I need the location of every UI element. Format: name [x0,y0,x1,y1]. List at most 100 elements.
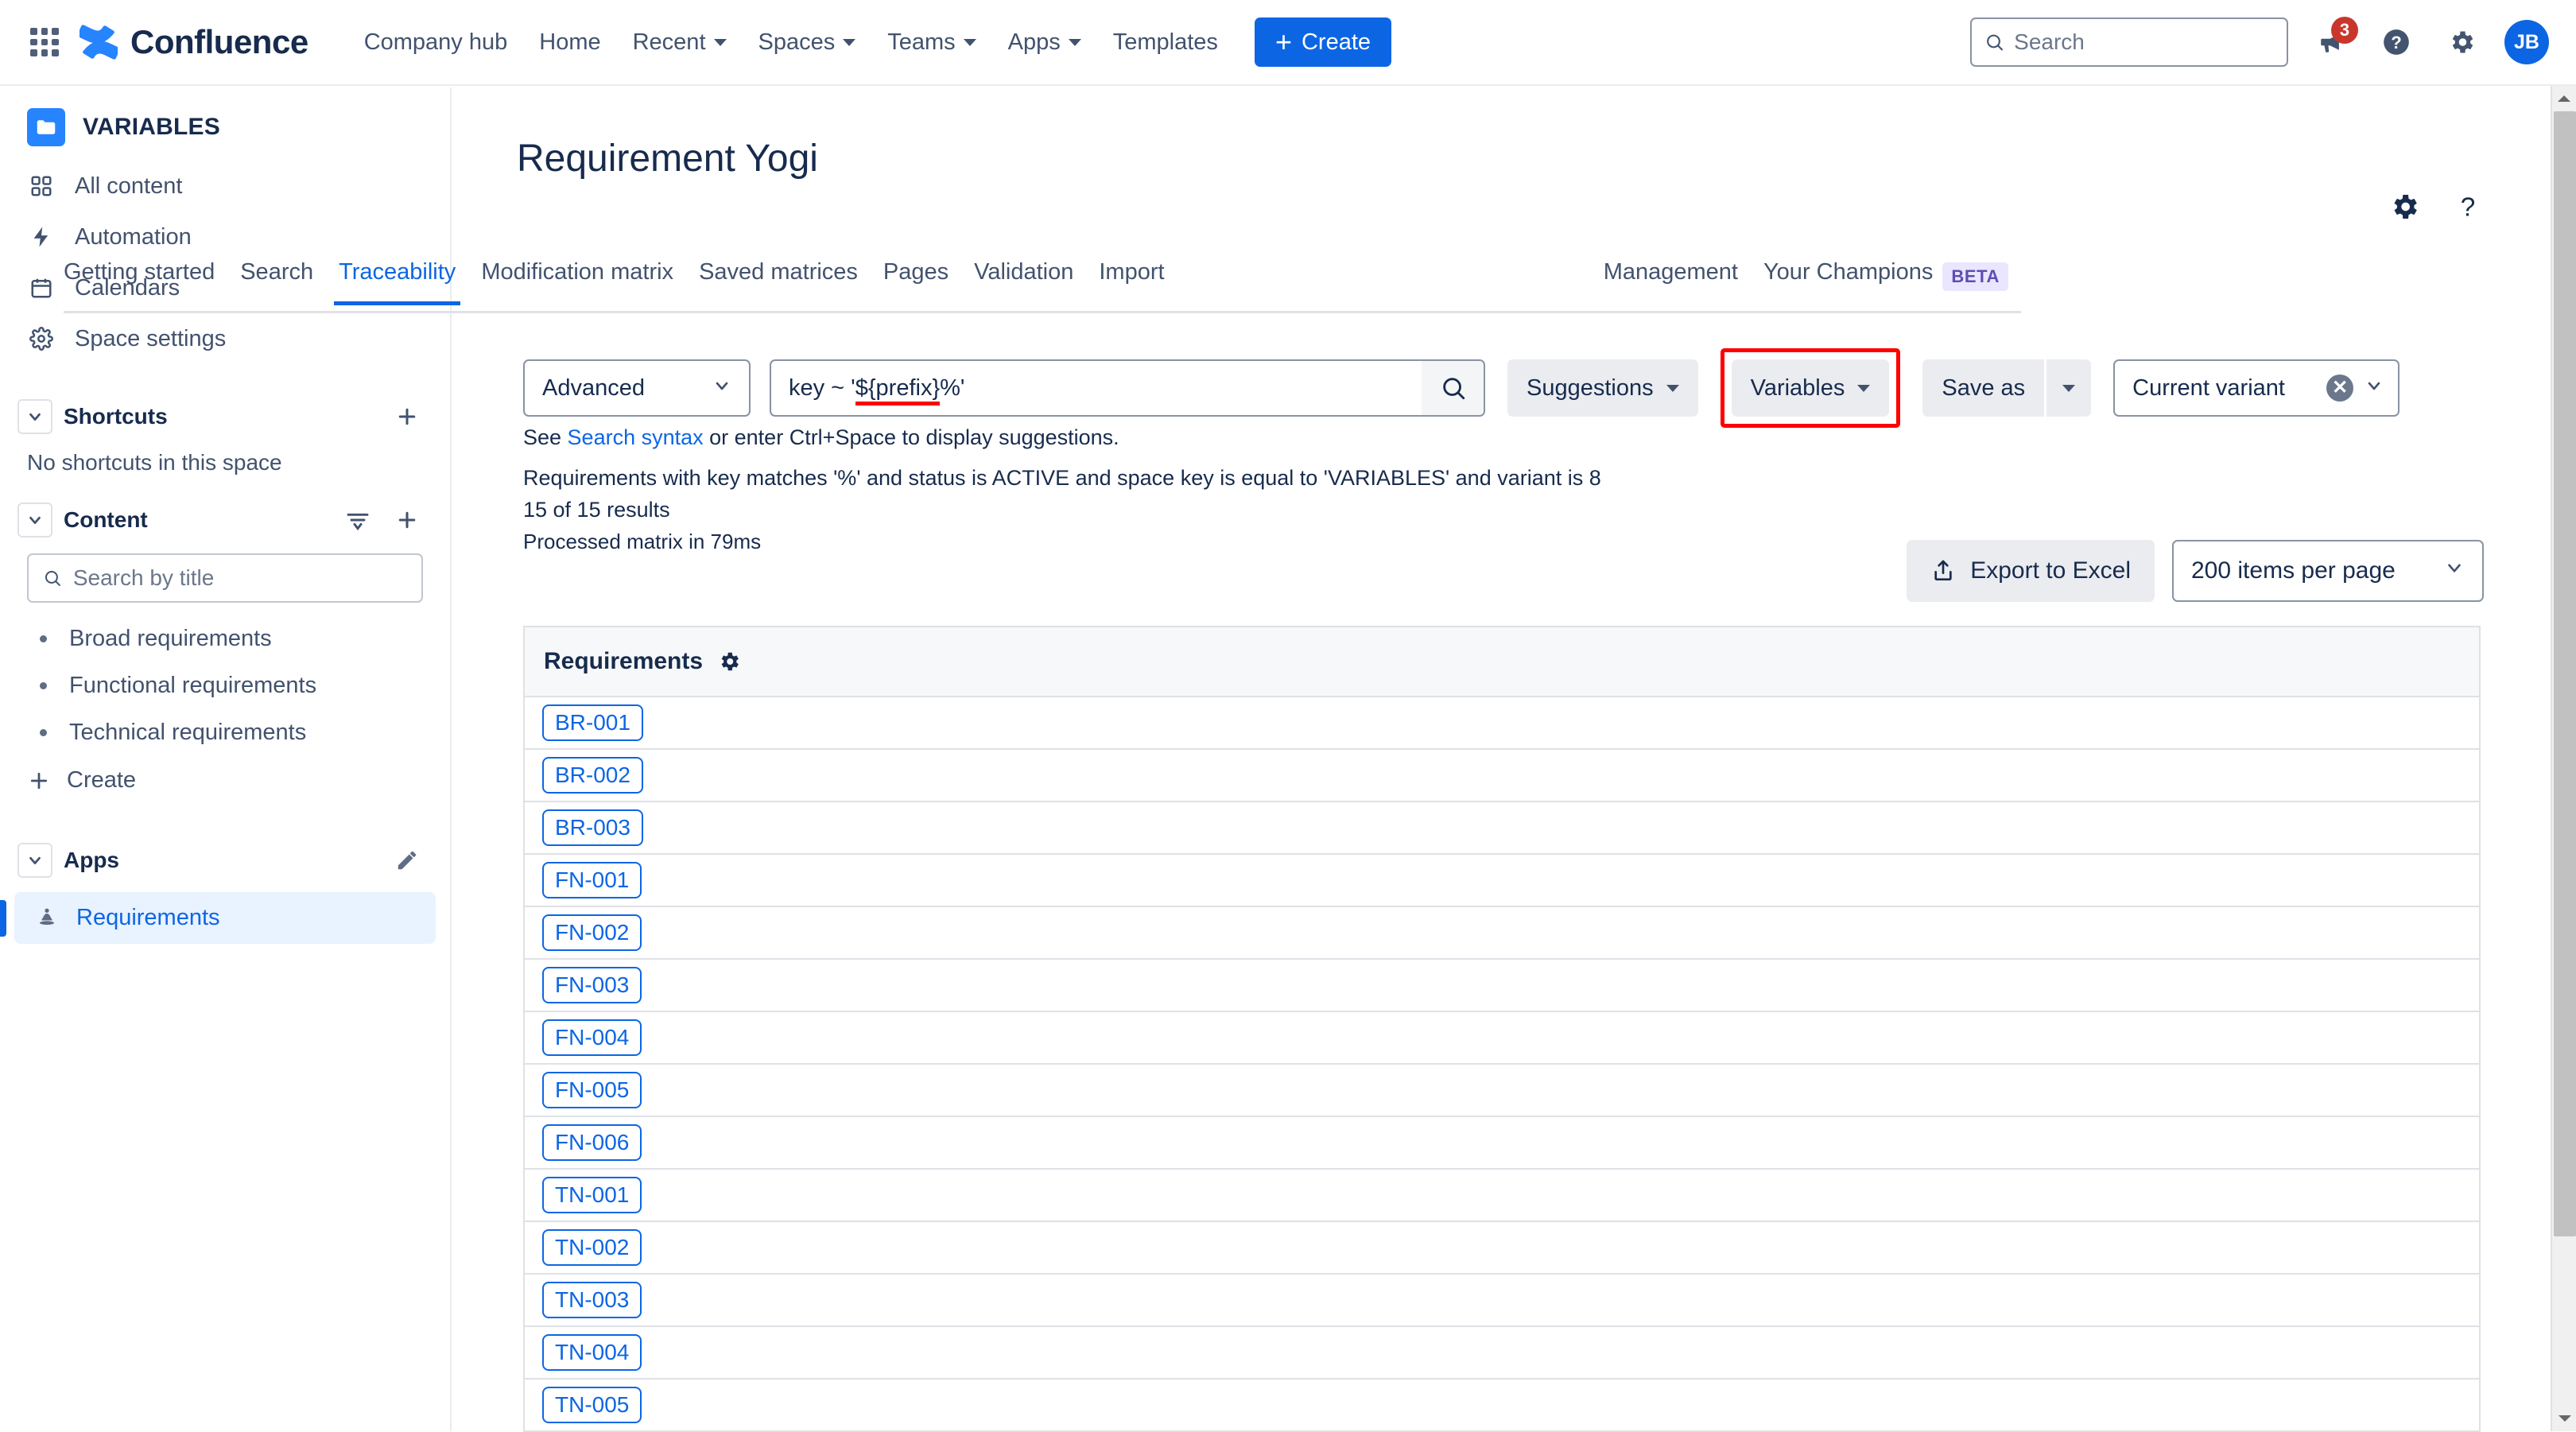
tab-modification-matrix[interactable]: Modification matrix [468,254,686,303]
table-toolbar: Export to Excel 200 items per page [1907,540,2484,602]
clear-variant-icon[interactable]: ✕ [2326,374,2353,402]
tab-validation[interactable]: Validation [961,254,1086,303]
nav-home[interactable]: Home [523,18,616,67]
tree-item-broad-requirements[interactable]: Broad requirements [0,615,450,662]
tab-getting-started[interactable]: Getting started [64,254,227,303]
query-prefix: key ~ ' [789,375,855,401]
results-meta: Requirements with key matches '%' and st… [523,465,1601,554]
export-icon [1930,558,1956,584]
chevron-down-icon [1069,39,1081,46]
nav-teams[interactable]: Teams [871,18,991,67]
requirement-key-chip[interactable]: TN-001 [542,1177,642,1213]
nav-apps[interactable]: Apps [992,18,1097,67]
tab-pages[interactable]: Pages [871,254,961,303]
suggestions-button[interactable]: Suggestions [1507,359,1698,417]
save-as-dropdown-button[interactable] [2046,359,2091,417]
tab-label: Getting started [64,259,215,285]
scrollbar-thumb[interactable] [2554,111,2576,1236]
settings-button[interactable] [2439,20,2484,64]
query-input[interactable]: key ~ '${prefix}%' [771,375,1422,402]
tab-management[interactable]: Management [1604,254,1751,303]
sidebar-item-label: Space settings [75,326,226,352]
shortcuts-collapse-toggle[interactable] [17,399,52,434]
search-syntax-link[interactable]: Search syntax [568,425,704,449]
yoga-person-icon [35,906,59,930]
app-settings-button[interactable] [2388,191,2420,223]
nav-recent[interactable]: Recent [617,18,743,67]
apps-collapse-toggle[interactable] [17,843,52,878]
tab-search[interactable]: Search [227,254,326,303]
items-per-page-select[interactable]: 200 items per page [2172,540,2484,602]
tab-label: Validation [974,259,1073,285]
page-scrollbar[interactable] [2551,86,2576,1431]
variables-button[interactable]: Variables [1732,359,1890,417]
export-to-excel-button[interactable]: Export to Excel [1907,540,2155,602]
tab-traceability[interactable]: Traceability [326,254,468,303]
sidebar-create-page-button[interactable]: Create [0,756,450,805]
app-help-button[interactable]: ? [2452,191,2484,223]
sidebar-item-all-content[interactable]: All content [0,161,450,212]
space-header[interactable]: VARIABLES [0,87,450,161]
nav-company-hub[interactable]: Company hub [348,18,524,67]
requirement-key-chip[interactable]: FN-004 [542,1019,642,1056]
query-input-wrapper[interactable]: key ~ '${prefix}%' [770,359,1485,417]
search-mode-select[interactable]: Advanced [523,359,751,417]
requirement-key-chip[interactable]: BR-002 [542,757,643,794]
folder-icon [34,115,58,139]
notification-badge: 3 [2331,17,2358,44]
requirement-key-chip[interactable]: FN-002 [542,914,642,951]
user-avatar[interactable]: JB [2504,20,2549,64]
requirement-key-chip[interactable]: FN-006 [542,1124,642,1161]
create-button[interactable]: + Create [1255,17,1391,67]
help-button[interactable]: ? [2374,20,2419,64]
tab-import[interactable]: Import [1086,254,1177,303]
scroll-up-arrow[interactable] [2552,86,2576,111]
run-search-button[interactable] [1422,361,1484,415]
edit-apps-button[interactable] [391,844,423,876]
global-search-box[interactable] [1970,17,2288,67]
requirement-key-chip[interactable]: TN-005 [542,1387,642,1423]
top-navigation-bar: Confluence Company hub Home Recent Space… [0,0,2576,86]
content-search-box[interactable] [27,553,423,603]
search-icon [1984,31,2004,53]
search-syntax-hint: See Search syntax or enter Ctrl+Space to… [523,425,1119,450]
question-mark-icon: ? [2452,191,2484,223]
add-shortcut-button[interactable] [391,401,423,433]
requirement-key-chip[interactable]: TN-003 [542,1282,642,1318]
requirement-key-chip[interactable]: FN-003 [542,967,642,1003]
requirement-key-chip[interactable]: FN-001 [542,862,642,898]
tree-item-technical-requirements[interactable]: Technical requirements [0,709,450,756]
nav-spaces[interactable]: Spaces [743,18,872,67]
nav-label: Spaces [758,29,836,56]
table-settings-button[interactable] [717,650,741,673]
variant-select[interactable]: Current variant ✕ [2113,359,2399,417]
content-collapse-toggle[interactable] [17,503,52,537]
scroll-down-arrow[interactable] [2552,1406,2576,1431]
tree-item-functional-requirements[interactable]: Functional requirements [0,662,450,709]
content-filter-button[interactable] [342,504,374,536]
add-content-button[interactable] [391,504,423,536]
tab-your-champions[interactable]: Your Champions BETA [1751,254,2021,309]
global-search-input[interactable] [2014,29,2274,55]
table-row: BR-002 [525,750,2479,802]
tab-saved-matrices[interactable]: Saved matrices [686,254,871,303]
notifications-button[interactable]: 3 [2309,20,2353,64]
requirement-key-chip[interactable]: TN-002 [542,1229,642,1266]
requirement-key-chip[interactable]: BR-003 [542,809,643,846]
table-row: BR-003 [525,802,2479,855]
chevron-up-icon [2557,94,2571,103]
requirement-key-chip[interactable]: BR-001 [542,704,643,741]
content-search-input[interactable] [73,565,407,591]
sidebar-item-requirements[interactable]: Requirements [14,892,436,944]
tab-label: Pages [883,259,949,285]
requirement-key-chip[interactable]: FN-005 [542,1072,642,1108]
nav-templates[interactable]: Templates [1097,18,1234,67]
chevron-down-icon [26,511,44,529]
app-switcher-icon[interactable] [27,25,62,60]
sidebar-item-space-settings[interactable]: Space settings [0,313,450,364]
requirement-key-chip[interactable]: TN-004 [542,1334,642,1371]
confluence-logo-link[interactable]: Confluence [80,23,308,61]
plus-icon [395,508,419,532]
chevron-down-icon [1857,385,1870,392]
save-as-button[interactable]: Save as [1922,359,2044,417]
